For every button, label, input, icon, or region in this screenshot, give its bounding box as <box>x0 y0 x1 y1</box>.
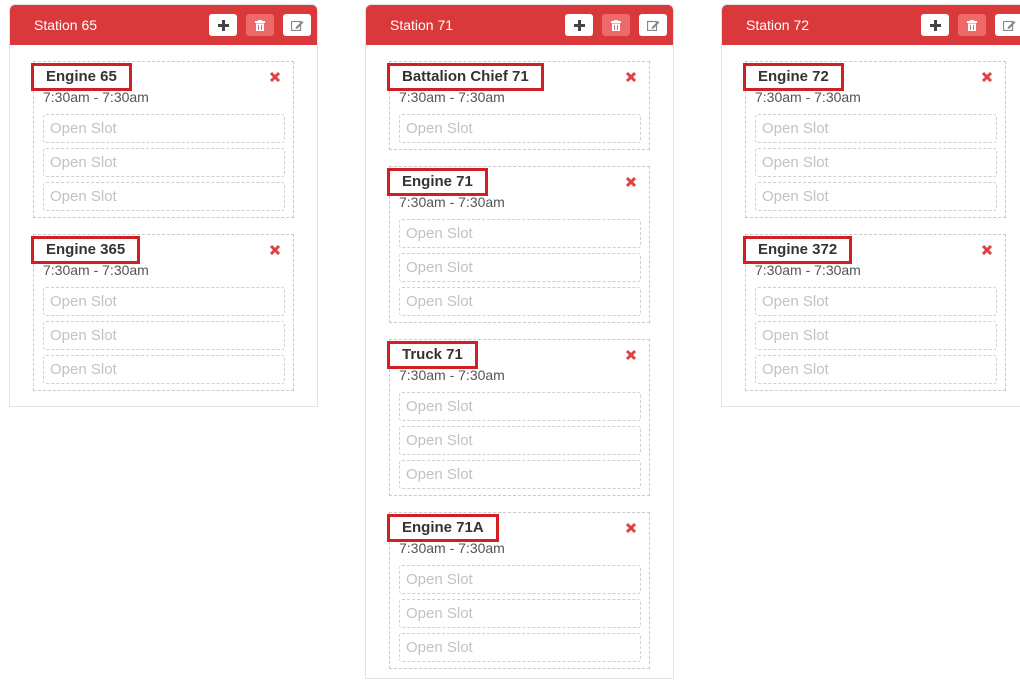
shift-time: 7:30am - 7:30am <box>399 540 505 556</box>
plus-icon <box>217 19 229 31</box>
close-icon <box>269 244 281 256</box>
unit-name: Engine 71 <box>387 168 488 196</box>
open-slot[interactable]: Open Slot <box>43 114 285 143</box>
unit-name: Engine 72 <box>743 63 844 91</box>
edit-icon <box>646 20 659 31</box>
station-panel-72: Station 72 Engine 72 7:30am - 7:30am Ope… <box>721 4 1020 407</box>
unit-card: Engine 71 7:30am - 7:30am Open Slot Open… <box>387 166 650 323</box>
remove-unit-button[interactable] <box>269 243 281 256</box>
open-slot[interactable]: Open Slot <box>755 287 997 316</box>
open-slot[interactable]: Open Slot <box>43 287 285 316</box>
open-slot[interactable]: Open Slot <box>755 148 997 177</box>
open-slot[interactable]: Open Slot <box>43 355 285 384</box>
station-header: Station 72 <box>722 5 1020 45</box>
add-unit-button[interactable] <box>921 14 949 36</box>
unit-card: Truck 71 7:30am - 7:30am Open Slot Open … <box>387 339 650 496</box>
station-panel-65: Station 65 Engine 65 7:30am - 7:30am Ope… <box>9 4 318 407</box>
open-slot[interactable]: Open Slot <box>399 460 641 489</box>
unit-card: Battalion Chief 71 7:30am - 7:30am Open … <box>387 61 650 150</box>
trash-icon <box>611 19 621 31</box>
station-header: Station 71 <box>366 5 673 45</box>
add-unit-button[interactable] <box>209 14 237 36</box>
remove-unit-button[interactable] <box>625 521 637 534</box>
open-slot[interactable]: Open Slot <box>399 219 641 248</box>
unit-name: Engine 372 <box>743 236 853 264</box>
station-title: Station 71 <box>390 17 454 33</box>
open-slot[interactable]: Open Slot <box>399 392 641 421</box>
trash-icon <box>967 19 977 31</box>
unit-name: Truck 71 <box>387 341 478 369</box>
edit-station-button[interactable] <box>283 14 311 36</box>
open-slot[interactable]: Open Slot <box>399 253 641 282</box>
edit-icon <box>1002 20 1015 31</box>
unit-card: Engine 65 7:30am - 7:30am Open Slot Open… <box>31 61 294 218</box>
unit-name: Battalion Chief 71 <box>387 63 544 91</box>
remove-unit-button[interactable] <box>269 70 281 83</box>
open-slot[interactable]: Open Slot <box>399 633 641 662</box>
open-slot[interactable]: Open Slot <box>399 599 641 628</box>
open-slot[interactable]: Open Slot <box>43 182 285 211</box>
edit-icon <box>290 20 303 31</box>
edit-station-button[interactable] <box>995 14 1020 36</box>
close-icon <box>981 71 993 83</box>
plus-icon <box>929 19 941 31</box>
open-slot[interactable]: Open Slot <box>755 355 997 384</box>
open-slot[interactable]: Open Slot <box>399 426 641 455</box>
unit-card: Engine 71A 7:30am - 7:30am Open Slot Ope… <box>387 512 650 669</box>
open-slot[interactable]: Open Slot <box>755 321 997 350</box>
shift-time: 7:30am - 7:30am <box>399 89 505 105</box>
unit-name: Engine 365 <box>31 236 141 264</box>
remove-unit-button[interactable] <box>625 70 637 83</box>
unit-card: Engine 72 7:30am - 7:30am Open Slot Open… <box>743 61 1006 218</box>
shift-time: 7:30am - 7:30am <box>399 367 505 383</box>
plus-icon <box>573 19 585 31</box>
remove-unit-button[interactable] <box>625 348 637 361</box>
open-slot[interactable]: Open Slot <box>399 287 641 316</box>
delete-station-button[interactable] <box>246 14 274 36</box>
open-slot[interactable]: Open Slot <box>755 182 997 211</box>
close-icon <box>981 244 993 256</box>
remove-unit-button[interactable] <box>981 70 993 83</box>
close-icon <box>625 71 637 83</box>
open-slot[interactable]: Open Slot <box>755 114 997 143</box>
unit-name: Engine 71A <box>387 514 499 542</box>
remove-unit-button[interactable] <box>981 243 993 256</box>
open-slot[interactable]: Open Slot <box>399 114 641 143</box>
station-header: Station 65 <box>10 5 317 45</box>
station-panel-71: Station 71 Battalion Chief 71 7:30am - 7… <box>365 4 674 679</box>
shift-time: 7:30am - 7:30am <box>755 262 861 278</box>
open-slot[interactable]: Open Slot <box>399 565 641 594</box>
add-unit-button[interactable] <box>565 14 593 36</box>
close-icon <box>269 71 281 83</box>
shift-time: 7:30am - 7:30am <box>43 89 149 105</box>
shift-time: 7:30am - 7:30am <box>43 262 149 278</box>
station-title: Station 72 <box>746 17 810 33</box>
close-icon <box>625 176 637 188</box>
open-slot[interactable]: Open Slot <box>43 148 285 177</box>
open-slot[interactable]: Open Slot <box>43 321 285 350</box>
delete-station-button[interactable] <box>602 14 630 36</box>
station-title: Station 65 <box>34 17 98 33</box>
close-icon <box>625 522 637 534</box>
trash-icon <box>255 19 265 31</box>
close-icon <box>625 349 637 361</box>
delete-station-button[interactable] <box>958 14 986 36</box>
unit-card: Engine 372 7:30am - 7:30am Open Slot Ope… <box>743 234 1006 391</box>
unit-name: Engine 65 <box>31 63 132 91</box>
edit-station-button[interactable] <box>639 14 667 36</box>
remove-unit-button[interactable] <box>625 175 637 188</box>
shift-time: 7:30am - 7:30am <box>399 194 505 210</box>
shift-time: 7:30am - 7:30am <box>755 89 861 105</box>
unit-card: Engine 365 7:30am - 7:30am Open Slot Ope… <box>31 234 294 391</box>
